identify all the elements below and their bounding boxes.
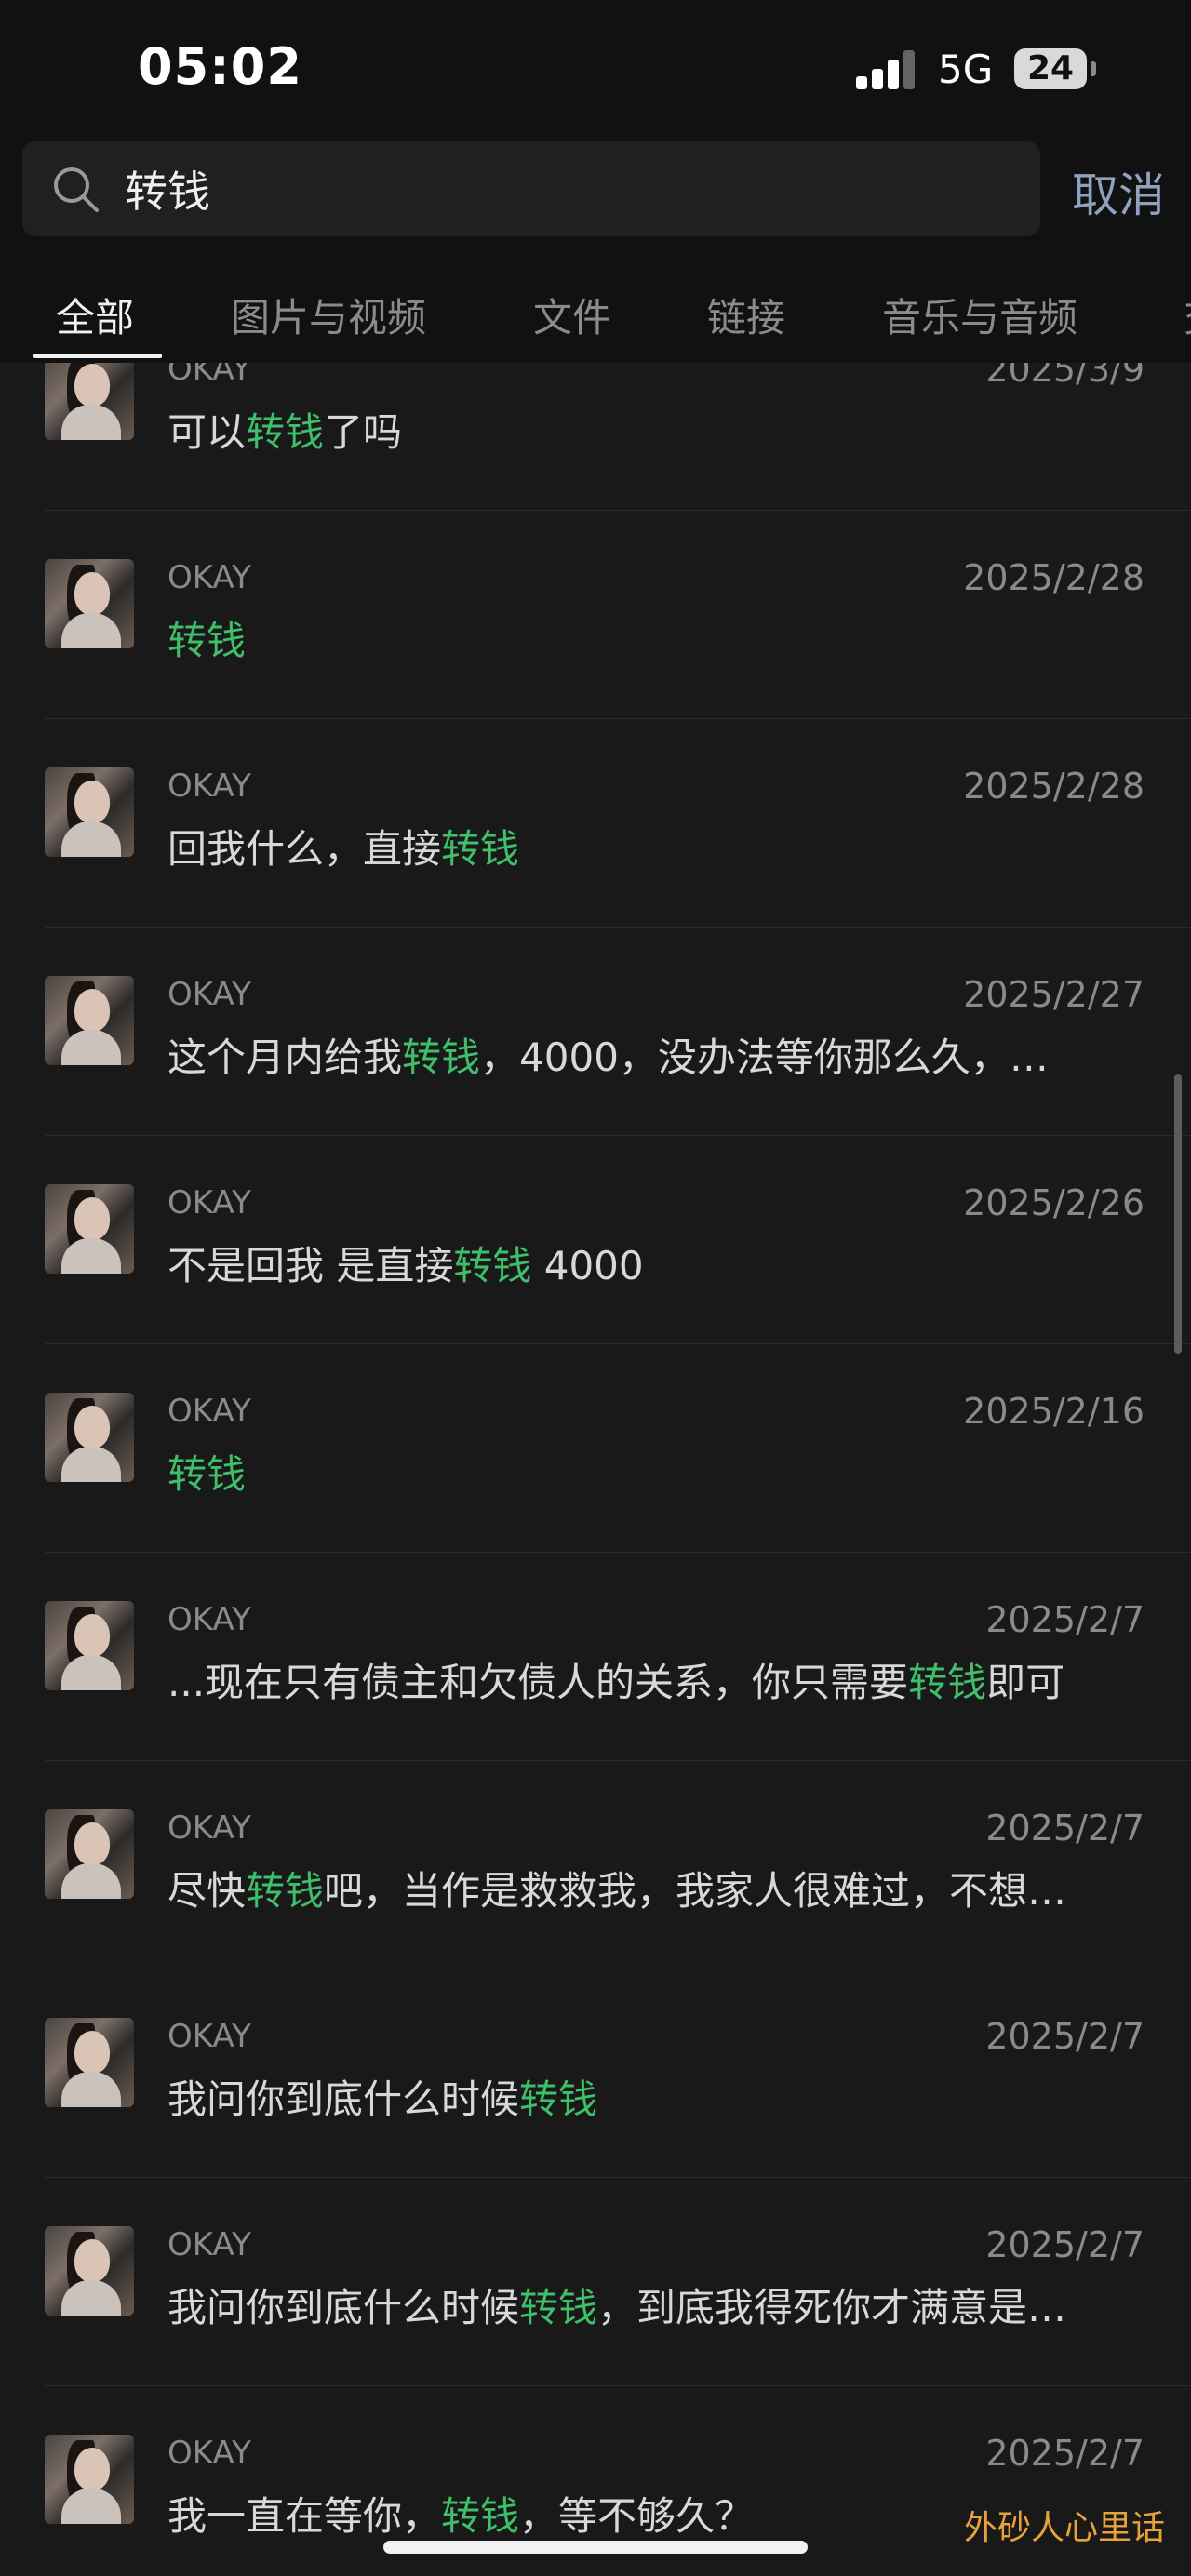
keyword-highlight: 转钱 [908,1660,987,1705]
message-snippet: 我问你到底什么时候转钱，到底我得死你才满意是… [167,2276,1144,2333]
message-text: 即可 [986,1660,1065,1705]
status-bar: 05:02 5G 24 [0,0,1191,140]
signal-icon [856,48,917,89]
battery-level: 24 [1026,49,1075,87]
message-text: 我问你到底什么时候 [167,2285,520,2330]
avatar [45,976,134,1065]
scrollbar[interactable] [1174,1074,1182,1354]
tab-more[interactable]: 交 [1184,287,1191,343]
message-text: 这个月内给我 [167,1034,403,1080]
filter-tabs: 全部 图片与视频 文件 链接 音乐与音频 交 [0,140,1191,363]
message-date: 2025/2/26 [963,1182,1144,1223]
network-label: 5G [938,47,994,92]
sender-name: OKAY [167,1809,251,1847]
avatar [45,559,134,648]
message-date: 2025/3/9 [985,363,1144,390]
message-snippet: 回我什么，直接转钱 [167,818,1144,874]
message-date: 2025/2/7 [985,1599,1144,1640]
message-text: 吧，当作是救救我，我家人很难过，不想… [324,1868,1067,1914]
keyword-highlight: 转钱 [453,1243,532,1288]
sender-name: OKAY [167,2226,251,2263]
avatar [45,2226,134,2316]
message-text: ，4000，没办法等你那么久，… [480,1034,1049,1080]
keyword-highlight: 转钱 [441,826,520,872]
tab-files[interactable]: 文件 [533,287,611,343]
sender-name: OKAY [167,363,251,388]
result-item[interactable]: OKAY 2025/3/9 可以转钱了吗 [0,363,1191,511]
message-date: 2025/2/7 [985,2016,1144,2057]
message-text: ...现在只有债主和欠债人的关系，你只需要 [167,1660,909,1705]
message-date: 2025/2/7 [985,2224,1144,2265]
message-date: 2025/2/7 [985,2433,1144,2474]
keyword-highlight: 转钱 [246,409,325,455]
tab-active-indicator [33,354,162,358]
message-date: 2025/2/28 [963,557,1144,598]
result-item[interactable]: OKAY 2025/2/16 转钱 [0,1344,1191,1553]
message-date: 2025/2/16 [963,1391,1144,1432]
keyword-highlight: 转钱 [246,1868,325,1914]
keyword-highlight: 转钱 [441,2493,520,2539]
sender-name: OKAY [167,976,251,1013]
sender-name: OKAY [167,1393,251,1430]
message-date: 2025/2/27 [963,974,1144,1015]
sender-name: OKAY [167,2435,251,2472]
search-results: OKAY 2025/3/9 可以转钱了吗 OKAY 2025/2/28 转钱 OKAY 202… [0,363,1191,2576]
status-time: 05:02 [138,37,302,96]
watermark: 外砂人心里话 [963,2509,1165,2547]
result-item[interactable]: OKAY 2025/2/7 我问你到底什么时候转钱，到底我得死你才满意是… [0,2178,1191,2386]
message-text: 了吗 [324,409,403,455]
message-snippet: 转钱 [167,1443,1144,1500]
avatar [45,1393,134,1482]
message-text: 尽快 [167,1868,247,1914]
result-item[interactable]: OKAY 2025/2/7 尽快转钱吧，当作是救救我，我家人很难过，不想… [0,1761,1191,1969]
keyword-highlight: 转钱 [519,2285,598,2330]
avatar [45,363,134,440]
sender-name: OKAY [167,1184,251,1221]
message-text: ，到底我得死你才满意是… [597,2285,1067,2330]
message-snippet: 我问你到底什么时候转钱 [167,2068,1144,2125]
result-item[interactable]: OKAY 2025/2/26 不是回我 是直接转钱 4000 [0,1136,1191,1344]
battery-icon: 24 [1014,48,1087,89]
battery-tip [1091,61,1096,76]
message-date: 2025/2/7 [985,1808,1144,1849]
home-indicator[interactable] [383,2541,808,2554]
tab-links[interactable]: 链接 [707,287,785,343]
keyword-highlight: 转钱 [402,1034,481,1080]
result-item[interactable]: OKAY 2025/2/7 ...现在只有债主和欠债人的关系，你只需要转钱即可 [0,1553,1191,1761]
result-item[interactable]: OKAY 2025/2/28 转钱 [0,511,1191,719]
message-snippet: 可以转钱了吗 [167,401,1144,458]
message-snippet: 尽快转钱吧，当作是救救我，我家人很难过，不想… [167,1860,1144,1916]
message-text: 回我什么，直接 [167,826,442,872]
result-item[interactable]: OKAY 2025/2/28 回我什么，直接转钱 [0,719,1191,928]
result-item[interactable]: OKAY 2025/2/7 我问你到底什么时候转钱 [0,1969,1191,2178]
sender-name: OKAY [167,2018,251,2055]
avatar [45,1184,134,1274]
tab-music-audio[interactable]: 音乐与音频 [882,287,1077,343]
avatar [45,1809,134,1899]
result-item[interactable]: OKAY 2025/2/27 这个月内给我转钱，4000，没办法等你那么久，… [0,928,1191,1136]
message-text: 我一直在等你， [167,2493,442,2539]
message-text: 4000 [531,1243,644,1288]
message-snippet: ...现在只有债主和欠债人的关系，你只需要转钱即可 [167,1651,1144,1708]
sender-name: OKAY [167,767,251,805]
avatar [45,2435,134,2524]
keyword-highlight: 转钱 [167,618,247,663]
sender-name: OKAY [167,1601,251,1638]
tab-images-videos[interactable]: 图片与视频 [231,287,426,343]
message-date: 2025/2/28 [963,766,1144,807]
message-snippet: 这个月内给我转钱，4000，没办法等你那么久，… [167,1026,1144,1083]
avatar [45,767,134,857]
avatar [45,2018,134,2107]
message-text: ，等不够久？ [519,2493,755,2539]
message-text: 我问你到底什么时候 [167,2076,520,2122]
sender-name: OKAY [167,559,251,596]
message-snippet: 不是回我 是直接转钱 4000 [167,1235,1144,1291]
keyword-highlight: 转钱 [167,1451,247,1497]
tab-all[interactable]: 全部 [56,287,134,343]
message-snippet: 转钱 [167,609,1144,666]
avatar [45,1601,134,1690]
message-text: 不是回我 是直接 [167,1243,454,1288]
message-text: 可以 [167,409,247,455]
keyword-highlight: 转钱 [519,2076,598,2122]
